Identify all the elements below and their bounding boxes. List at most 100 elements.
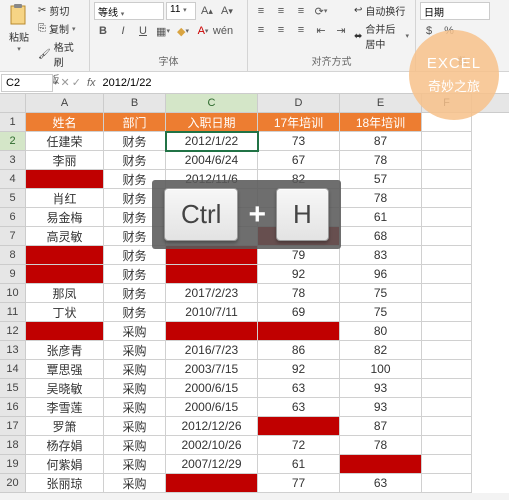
cell[interactable]: 72 <box>258 436 340 455</box>
cell[interactable]: 财务 <box>104 265 166 284</box>
row-header-16[interactable]: 16 <box>0 398 26 417</box>
format-painter-button[interactable]: 🖌格式刷 <box>36 38 85 70</box>
font-color-button[interactable]: A▾ <box>194 22 212 40</box>
row-header-10[interactable]: 10 <box>0 284 26 303</box>
cell[interactable]: 63 <box>258 398 340 417</box>
cell[interactable] <box>422 303 472 322</box>
cell[interactable] <box>422 379 472 398</box>
cell[interactable]: 杨存娟 <box>26 436 104 455</box>
cell[interactable]: 1999/6/28 <box>166 265 258 284</box>
confirm-icon[interactable]: ✓ <box>72 76 81 89</box>
cell[interactable]: 2017/2/23 <box>166 284 258 303</box>
cell[interactable]: 采购 <box>104 398 166 417</box>
cell[interactable] <box>422 265 472 284</box>
row-header-5[interactable]: 5 <box>0 189 26 208</box>
cell[interactable]: 68 <box>340 227 422 246</box>
cell[interactable] <box>422 151 472 170</box>
cell[interactable]: 财务 <box>104 284 166 303</box>
cell[interactable] <box>422 208 472 227</box>
row-header-7[interactable]: 7 <box>0 227 26 246</box>
header-cell[interactable]: 部门 <box>104 113 166 132</box>
cell[interactable]: 93 <box>340 398 422 417</box>
cell[interactable]: 2000/6/15 <box>166 398 258 417</box>
cell[interactable]: 1996/4/30 <box>166 474 258 493</box>
row-header-15[interactable]: 15 <box>0 379 26 398</box>
cell[interactable]: 那凤 <box>26 284 104 303</box>
cell[interactable]: 采购 <box>104 436 166 455</box>
underline-button[interactable]: U <box>134 22 152 40</box>
font-size-select[interactable]: 11 ▾ <box>166 2 196 20</box>
number-format-select[interactable]: 日期 <box>420 2 490 20</box>
cell[interactable]: 财务 <box>104 303 166 322</box>
cell[interactable]: 采购 <box>104 474 166 493</box>
row-header-13[interactable]: 13 <box>0 341 26 360</box>
border-button[interactable]: ▦▾ <box>154 22 172 40</box>
align-left-button[interactable]: ≡ <box>252 21 270 39</box>
orientation-button[interactable]: ⟳▾ <box>312 2 330 20</box>
cell[interactable]: 2004/6/24 <box>166 151 258 170</box>
cell[interactable]: 肖红 <box>26 189 104 208</box>
cell[interactable]: 采购 <box>104 360 166 379</box>
align-right-button[interactable]: ≡ <box>292 21 310 39</box>
col-header-C[interactable]: C <box>166 94 258 112</box>
phonetic-button[interactable]: wén <box>214 22 232 40</box>
row-header-14[interactable]: 14 <box>0 360 26 379</box>
cell[interactable]: 61 <box>340 208 422 227</box>
cell[interactable]: 龚梦娟 <box>26 170 104 189</box>
cell[interactable]: 54 <box>340 455 422 474</box>
col-header-D[interactable]: D <box>258 94 340 112</box>
row-header-6[interactable]: 6 <box>0 208 26 227</box>
cell[interactable]: 82 <box>340 341 422 360</box>
cell[interactable]: 67 <box>258 151 340 170</box>
merge-center-button[interactable]: ⬌合并后居中▾ <box>352 20 411 52</box>
cell[interactable] <box>422 436 472 455</box>
indent-dec-button[interactable]: ⇤ <box>312 21 330 39</box>
cell[interactable]: 吴晓敏 <box>26 379 104 398</box>
cell[interactable]: 2010/7/11 <box>166 303 258 322</box>
cell[interactable]: 100 <box>340 360 422 379</box>
indent-inc-button[interactable]: ⇥ <box>332 21 350 39</box>
cell[interactable]: 80 <box>340 322 422 341</box>
cell[interactable] <box>422 246 472 265</box>
cell[interactable]: 2003/7/15 <box>166 360 258 379</box>
align-bottom-button[interactable]: ≡ <box>292 2 310 20</box>
align-middle-button[interactable]: ≡ <box>272 2 290 20</box>
cell[interactable]: 87 <box>340 132 422 151</box>
cell[interactable]: 任建荣 <box>26 132 104 151</box>
cell[interactable]: 83 <box>340 246 422 265</box>
cell[interactable] <box>422 474 472 493</box>
row-header-12[interactable]: 12 <box>0 322 26 341</box>
header-cell[interactable]: 17年培训 <box>258 113 340 132</box>
cell[interactable]: 张彦青 <box>26 341 104 360</box>
fill-color-button[interactable]: ◆▾ <box>174 22 192 40</box>
cell[interactable]: 2000/6/15 <box>166 379 258 398</box>
cell[interactable]: 财务 <box>104 151 166 170</box>
cell[interactable]: 2007/6/24 <box>166 322 258 341</box>
cell[interactable]: 78 <box>340 189 422 208</box>
name-box[interactable]: C2 <box>1 74 53 92</box>
cell[interactable] <box>422 455 472 474</box>
row-header-17[interactable]: 17 <box>0 417 26 436</box>
cell[interactable]: 63 <box>340 474 422 493</box>
align-center-button[interactable]: ≡ <box>272 21 290 39</box>
cell[interactable]: 2012/1/22 <box>166 132 258 151</box>
cell[interactable]: 采购 <box>104 379 166 398</box>
cell[interactable]: 78 <box>258 284 340 303</box>
copy-button[interactable]: ⎘复制▾ <box>36 20 85 37</box>
cell[interactable]: 75 <box>340 303 422 322</box>
row-header-20[interactable]: 20 <box>0 474 26 493</box>
cell[interactable]: 易金梅 <box>26 208 104 227</box>
header-cell[interactable]: 18年培训 <box>340 113 422 132</box>
cell[interactable] <box>422 360 472 379</box>
cell[interactable]: 陶黎升 <box>26 265 104 284</box>
cell[interactable]: 2016/7/23 <box>166 341 258 360</box>
cell[interactable] <box>422 341 472 360</box>
fx-button[interactable]: fx <box>84 77 99 89</box>
col-header-B[interactable]: B <box>104 94 166 112</box>
cell[interactable] <box>422 322 472 341</box>
cell[interactable]: 采购 <box>104 341 166 360</box>
cell[interactable]: 73 <box>258 132 340 151</box>
cell[interactable]: 96 <box>340 265 422 284</box>
cell[interactable] <box>422 284 472 303</box>
align-top-button[interactable]: ≡ <box>252 2 270 20</box>
